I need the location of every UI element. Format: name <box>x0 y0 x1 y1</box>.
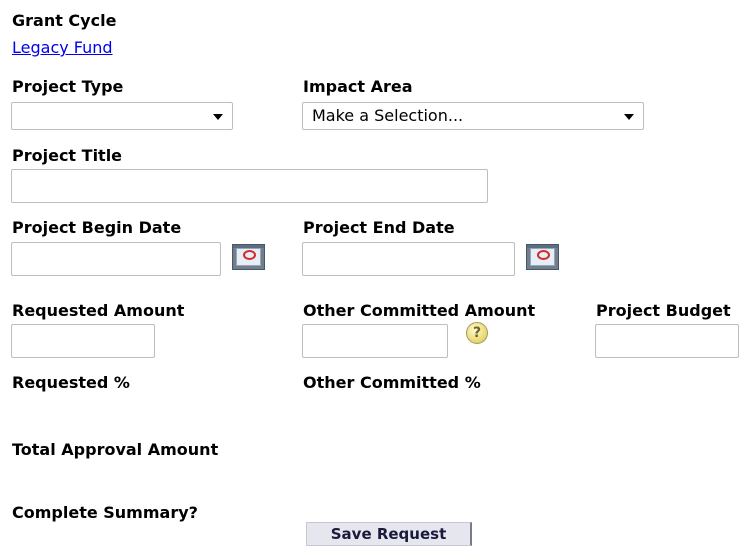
impact-area-label: Impact Area <box>303 77 413 96</box>
end-date-input[interactable] <box>302 242 515 276</box>
calendar-icon[interactable] <box>526 244 559 270</box>
requested-pct-label: Requested % <box>12 373 130 392</box>
end-date-label: Project End Date <box>303 218 455 237</box>
grant-cycle-label: Grant Cycle <box>12 11 117 30</box>
requested-amount-input[interactable] <box>11 324 155 358</box>
project-title-input[interactable] <box>11 169 488 203</box>
save-request-button[interactable]: Save Request <box>306 522 472 546</box>
project-type-label: Project Type <box>12 77 124 96</box>
calendar-icon[interactable] <box>232 244 265 270</box>
project-budget-input[interactable] <box>595 324 739 358</box>
impact-area-value: Make a Selection... <box>312 106 464 125</box>
calendar-icon-mark <box>537 250 550 260</box>
begin-date-input[interactable] <box>11 242 221 276</box>
grant-cycle-link[interactable]: Legacy Fund <box>12 38 113 58</box>
calendar-icon-header <box>233 245 264 248</box>
chevron-down-icon <box>213 114 223 120</box>
calendar-icon-mark <box>243 250 256 260</box>
begin-date-label: Project Begin Date <box>12 218 182 237</box>
project-title-label: Project Title <box>12 146 123 165</box>
other-committed-pct-label: Other Committed % <box>303 373 481 392</box>
calendar-icon-header <box>527 245 558 248</box>
total-approval-label: Total Approval Amount <box>12 440 219 459</box>
other-committed-amount-label: Other Committed Amount <box>303 301 536 320</box>
project-type-select[interactable] <box>11 102 233 130</box>
other-committed-amount-input[interactable] <box>302 324 448 358</box>
impact-area-select[interactable]: Make a Selection... <box>302 102 644 130</box>
project-budget-label: Project Budget <box>596 301 731 320</box>
requested-amount-label: Requested Amount <box>12 301 185 320</box>
complete-summary-label: Complete Summary? <box>12 503 198 522</box>
help-icon[interactable]: ? <box>466 322 488 344</box>
chevron-down-icon <box>624 114 634 120</box>
